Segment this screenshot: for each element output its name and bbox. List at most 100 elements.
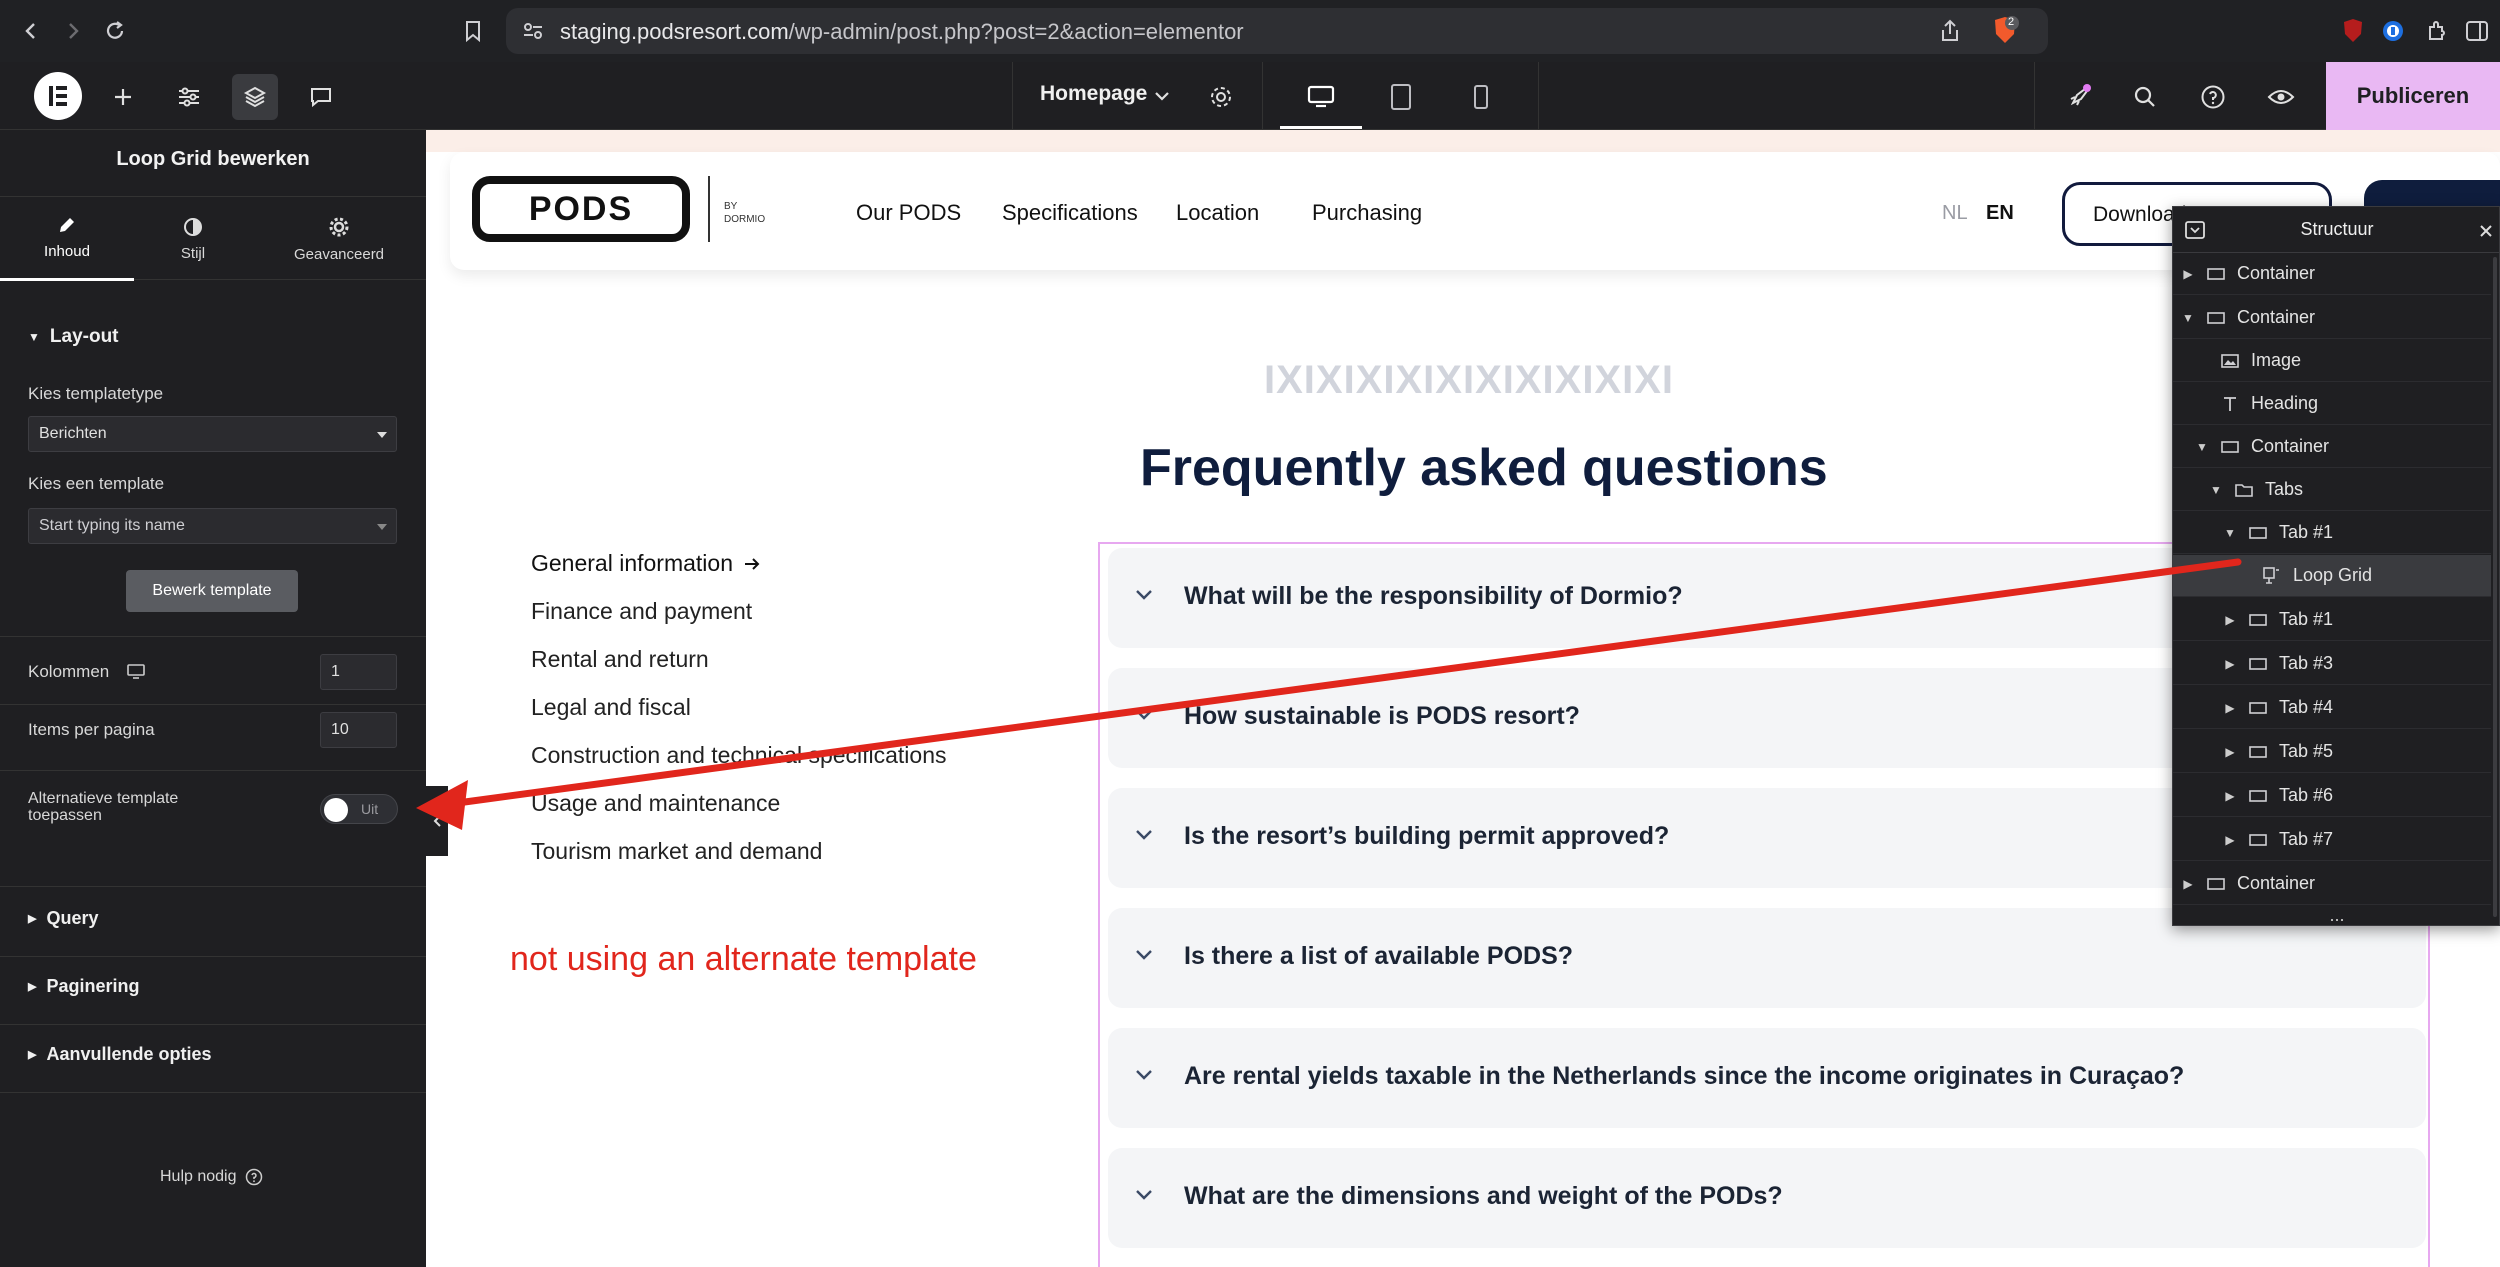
bookmark-icon[interactable] xyxy=(456,14,490,48)
pencil-icon xyxy=(60,218,74,232)
structure-header: Structuur xyxy=(2173,207,2500,253)
page-selector[interactable]: Homepage xyxy=(1040,82,1147,106)
structure-row[interactable]: Heading xyxy=(2173,383,2491,425)
sidebar-toggle-icon[interactable] xyxy=(2460,14,2494,48)
help-circle-icon[interactable] xyxy=(2190,74,2236,120)
structure-row[interactable]: ▶ Tab #7 xyxy=(2173,819,2491,861)
forward-icon[interactable] xyxy=(56,14,90,48)
publish-button[interactable]: Publiceren xyxy=(2326,62,2500,130)
tab-style[interactable]: Stijl xyxy=(134,197,252,281)
section-pagination[interactable]: ▶ Paginering xyxy=(28,976,139,997)
desktop-responsive-icon[interactable] xyxy=(127,664,146,680)
columns-label: Kolommen xyxy=(28,662,110,681)
items-per-page-input[interactable]: 10 xyxy=(320,712,397,748)
tab-content[interactable]: Inhoud xyxy=(0,197,134,281)
structure-row[interactable]: ▶ Tab #3 xyxy=(2173,643,2491,685)
url-text: staging.podsresort.com/wp-admin/post.php… xyxy=(560,19,1244,45)
template-search-select[interactable]: Start typing its name xyxy=(28,508,397,544)
structure-row[interactable]: ▼ Tabs xyxy=(2173,469,2491,511)
category-general-information[interactable]: General information xyxy=(531,550,761,577)
structure-scrollbar[interactable] xyxy=(2493,257,2497,917)
structure-row[interactable]: ▼ Tab #1 xyxy=(2173,512,2491,554)
section-query[interactable]: ▶ Query xyxy=(28,908,99,929)
nav-purchasing[interactable]: Purchasing xyxy=(1312,200,1422,226)
category-finance[interactable]: Finance and payment xyxy=(531,598,752,625)
page-settings-gear-icon[interactable] xyxy=(1198,74,1244,120)
caret-down-icon[interactable]: ▼ xyxy=(2223,526,2237,540)
whats-new-rocket-icon[interactable] xyxy=(2056,74,2102,120)
category-usage[interactable]: Usage and maintenance xyxy=(531,790,780,817)
faq-item[interactable]: Are rental yields taxable in the Netherl… xyxy=(1108,1028,2426,1128)
caret-right-icon[interactable]: ▶ xyxy=(2181,877,2195,891)
caret-right-icon[interactable]: ▶ xyxy=(2223,789,2237,803)
logo-byline: BY DORMIO xyxy=(724,200,765,226)
category-rental[interactable]: Rental and return xyxy=(531,646,709,673)
elementor-logo-icon[interactable] xyxy=(34,72,82,120)
structure-row[interactable]: Loop Grid xyxy=(2173,555,2491,597)
add-element-icon[interactable] xyxy=(100,74,146,120)
alt-template-toggle[interactable]: Uit xyxy=(320,794,398,824)
structure-row[interactable]: ▶ Tab #1 xyxy=(2173,599,2491,641)
caret-down-icon[interactable]: ▼ xyxy=(2195,440,2209,454)
caret-right-icon[interactable]: ▶ xyxy=(2223,657,2237,671)
tab-advanced[interactable]: Geavanceerd xyxy=(252,197,426,281)
brave-shield-icon[interactable]: 2 xyxy=(1990,16,2020,46)
address-bar[interactable]: staging.podsresort.com/wp-admin/post.php… xyxy=(506,8,2048,54)
caret-right-icon[interactable]: ▶ xyxy=(2181,267,2195,281)
caret-right-icon[interactable]: ▶ xyxy=(2223,701,2237,715)
faq-item[interactable]: What are the dimensions and weight of th… xyxy=(1108,1148,2426,1248)
caret-down-icon[interactable]: ▼ xyxy=(2181,311,2195,325)
columns-input[interactable]: 1 xyxy=(320,654,397,690)
lang-nl[interactable]: NL xyxy=(1942,202,1968,225)
collapse-panel-handle[interactable] xyxy=(426,786,448,856)
tablet-view-icon[interactable] xyxy=(1378,74,1424,120)
template-type-select[interactable]: Berichten xyxy=(28,416,397,452)
nav-specifications[interactable]: Specifications xyxy=(1002,200,1138,226)
structure-layers-icon[interactable] xyxy=(232,74,278,120)
nav-location[interactable]: Location xyxy=(1176,200,1259,226)
desktop-view-icon[interactable] xyxy=(1298,74,1344,120)
structure-row[interactable]: ▶ Tab #4 xyxy=(2173,687,2491,729)
structure-row-label: Image xyxy=(2251,350,2302,370)
structure-row[interactable]: ▶ Tab #5 xyxy=(2173,731,2491,773)
structure-row-label: Loop Grid xyxy=(2293,565,2373,585)
section-additional-options[interactable]: ▶ Aanvullende opties xyxy=(28,1044,212,1065)
ublock-extension-icon[interactable] xyxy=(2336,14,2370,48)
back-icon[interactable] xyxy=(14,14,48,48)
structure-row[interactable]: ▶ Container xyxy=(2173,253,2491,295)
preview-eye-icon[interactable] xyxy=(2258,74,2304,120)
close-icon[interactable] xyxy=(2479,224,2493,238)
password-manager-icon[interactable] xyxy=(2376,14,2410,48)
mobile-view-icon[interactable] xyxy=(1458,74,1504,120)
pods-logo[interactable]: PODS xyxy=(472,176,690,242)
lang-en[interactable]: EN xyxy=(1986,202,2014,225)
edit-template-button[interactable]: Bewerk template xyxy=(126,570,298,612)
top-band xyxy=(426,130,2500,152)
template-placeholder: Start typing its name xyxy=(39,517,185,534)
category-construction[interactable]: Construction and technical specification… xyxy=(531,742,947,769)
structure-row[interactable]: ▶ Tab #6 xyxy=(2173,775,2491,817)
caret-right-icon[interactable]: ▶ xyxy=(2223,745,2237,759)
chevron-down-icon[interactable] xyxy=(1154,90,1170,102)
caret-right-icon[interactable]: ▶ xyxy=(2223,613,2237,627)
nav-our-pods[interactable]: Our PODS xyxy=(856,200,961,226)
reload-icon[interactable] xyxy=(98,14,132,48)
section-additional-options-label: Aanvullende opties xyxy=(46,1044,212,1064)
category-tourism[interactable]: Tourism market and demand xyxy=(531,838,822,865)
structure-row-label: Container xyxy=(2237,873,2316,893)
section-layout[interactable]: ▼ Lay-out xyxy=(28,326,119,348)
structure-row[interactable]: ▼ Container xyxy=(2173,297,2491,339)
site-settings-sliders-icon[interactable] xyxy=(166,74,212,120)
category-legal[interactable]: Legal and fiscal xyxy=(531,694,691,721)
extensions-icon[interactable] xyxy=(2420,14,2454,48)
structure-row[interactable]: ▶ Container xyxy=(2173,863,2491,905)
structure-row[interactable]: Image xyxy=(2173,340,2491,382)
caret-right-icon[interactable]: ▶ xyxy=(2223,833,2237,847)
caret-down-icon[interactable]: ▼ xyxy=(2209,483,2223,497)
structure-row[interactable]: ▼ Container xyxy=(2173,426,2491,468)
site-settings-icon[interactable] xyxy=(522,21,544,41)
comments-icon[interactable] xyxy=(298,74,344,120)
search-icon[interactable] xyxy=(2122,74,2168,120)
help-link[interactable]: Hulp nodig xyxy=(160,1168,263,1186)
share-icon[interactable] xyxy=(1940,19,1960,43)
